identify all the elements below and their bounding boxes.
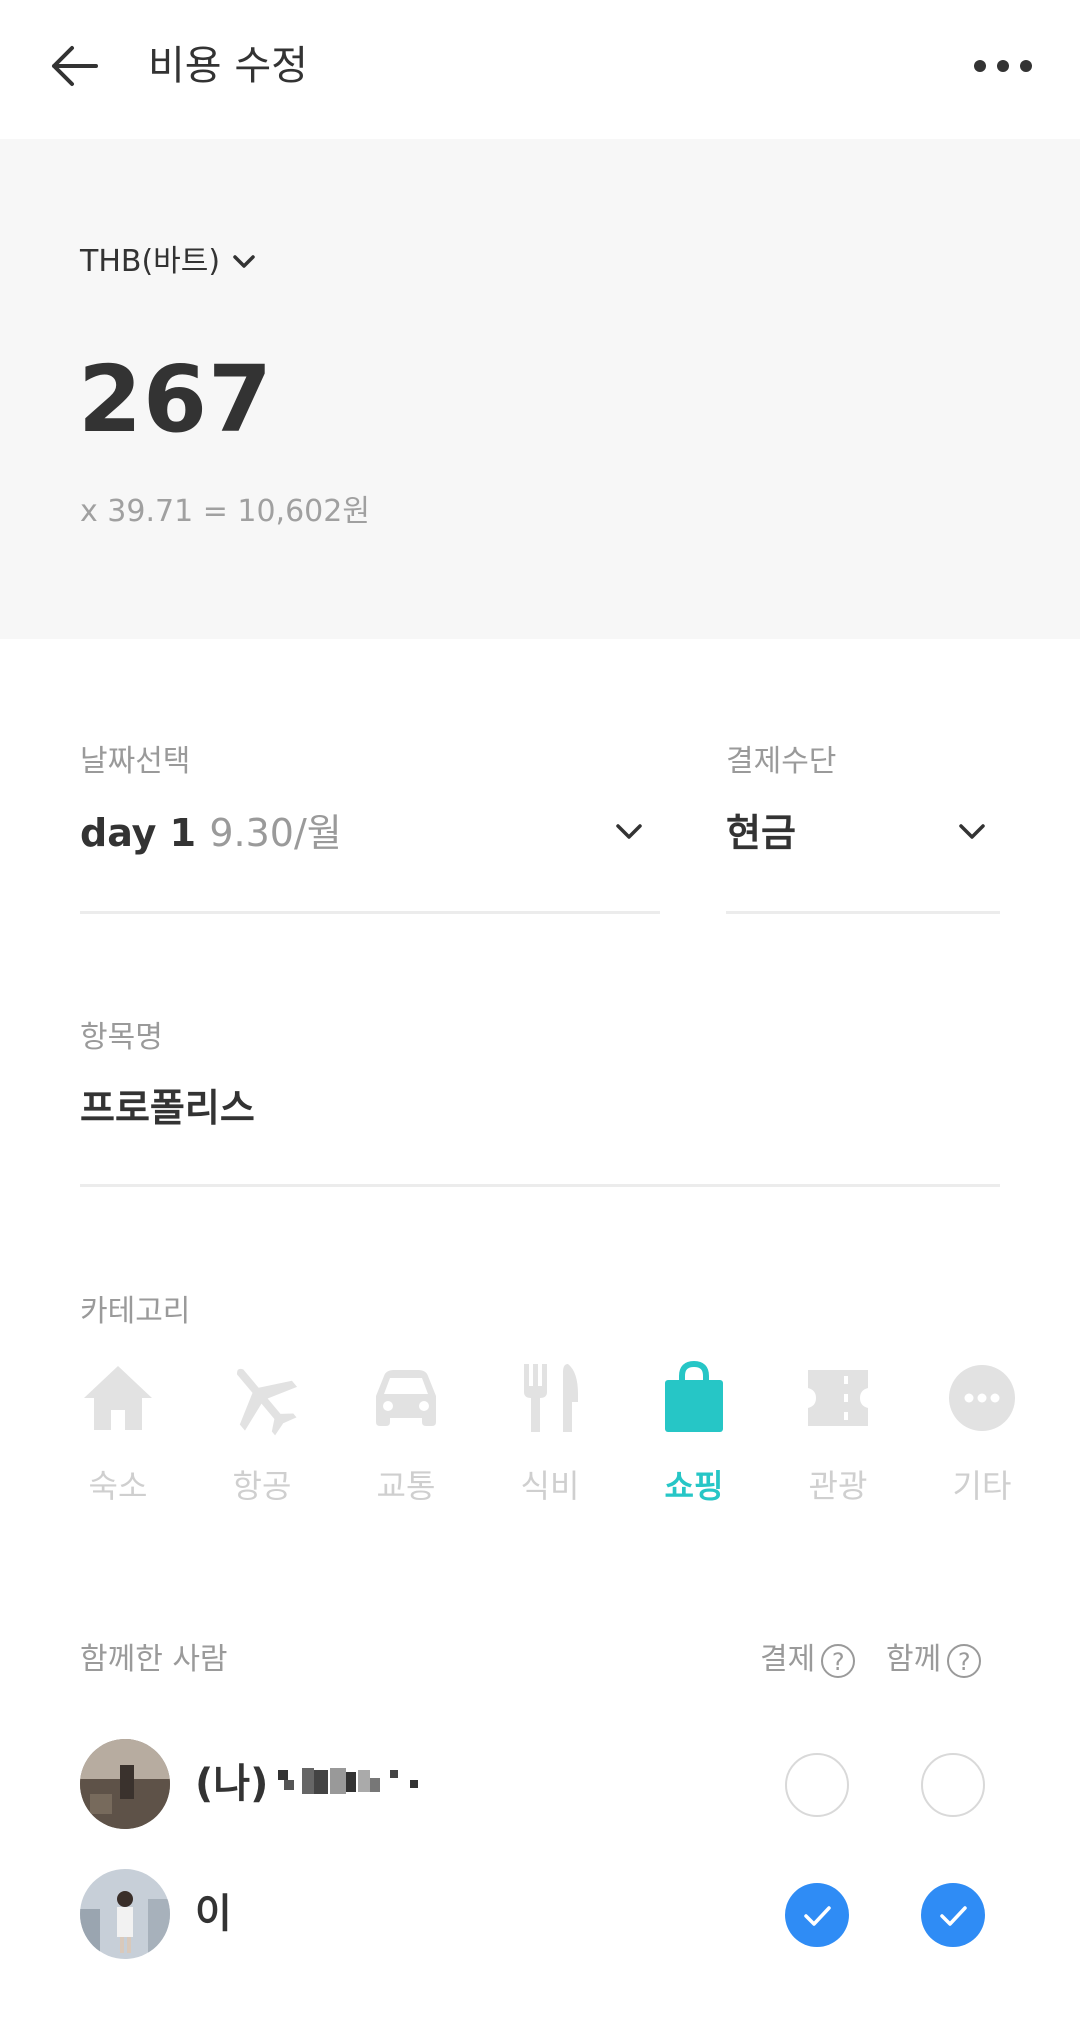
category-item-other[interactable]: 기타 bbox=[927, 1358, 1037, 1508]
more-dots-icon bbox=[974, 60, 1032, 72]
pay-checkbox[interactable] bbox=[785, 1753, 849, 1817]
check-icon bbox=[804, 1906, 831, 1926]
category-item-sightseeing[interactable]: 관광 bbox=[783, 1358, 893, 1508]
back-button[interactable] bbox=[44, 36, 104, 96]
blurred-name bbox=[278, 1762, 424, 1802]
date-underline bbox=[80, 911, 660, 914]
category-label-sightseeing: 관광 bbox=[808, 1467, 868, 1505]
person-name: 이 bbox=[195, 1891, 232, 1937]
conversion-text: x 39.71 = 10,602원 bbox=[80, 494, 370, 529]
with-checkbox[interactable] bbox=[921, 1753, 985, 1817]
category-item-shopping[interactable]: 쇼핑 bbox=[639, 1358, 749, 1508]
item-field-label: 항목명 bbox=[80, 1020, 163, 1055]
category-label-flight: 항공 bbox=[232, 1467, 292, 1505]
category-item-lodging[interactable]: 숙소 bbox=[63, 1358, 173, 1508]
pay-header-label: 결제 bbox=[760, 1642, 816, 1677]
category-label-shopping: 쇼핑 bbox=[664, 1467, 724, 1505]
more-circle-icon bbox=[949, 1365, 1015, 1431]
payment-field-label: 결제수단 bbox=[726, 744, 837, 779]
payment-select[interactable]: 현금 bbox=[726, 805, 796, 861]
person-name: (나) bbox=[195, 1761, 269, 1807]
date-value: 9.30/월 bbox=[209, 811, 342, 855]
companions-label: 함께한 사람 bbox=[80, 1642, 228, 1677]
airplane-icon bbox=[237, 1368, 298, 1436]
currency-selector[interactable]: THB(바트) bbox=[80, 240, 258, 284]
check-icon bbox=[940, 1906, 967, 1926]
car-icon bbox=[376, 1370, 436, 1426]
page-title: 비용 수정 bbox=[148, 43, 308, 89]
amount-value[interactable]: 267 bbox=[78, 345, 273, 455]
chevron-down-icon bbox=[233, 255, 255, 268]
payment-value: 현금 bbox=[726, 811, 796, 855]
shopping-bag-icon bbox=[665, 1360, 723, 1432]
date-field-label: 날짜선택 bbox=[80, 744, 191, 779]
date-select[interactable]: day 1 9.30/월 bbox=[80, 805, 342, 861]
date-day: day 1 bbox=[80, 811, 197, 855]
arrow-left-icon bbox=[52, 46, 98, 86]
with-checkbox[interactable] bbox=[921, 1883, 985, 1947]
fork-knife-icon bbox=[524, 1364, 578, 1432]
question-circle-icon[interactable]: ? bbox=[947, 1643, 982, 1678]
with-header-label: 함께 bbox=[886, 1642, 942, 1677]
category-label-food: 식비 bbox=[520, 1467, 580, 1505]
item-name-input[interactable]: 프로폴리스 bbox=[80, 1080, 255, 1136]
payment-dropdown-button[interactable] bbox=[955, 815, 989, 853]
ticket-icon bbox=[808, 1370, 868, 1426]
category-item-food[interactable]: 식비 bbox=[495, 1358, 605, 1508]
category-label-other: 기타 bbox=[952, 1467, 1012, 1505]
category-label-transport: 교통 bbox=[376, 1467, 436, 1505]
category-label: 카테고리 bbox=[80, 1294, 191, 1329]
more-menu-button[interactable] bbox=[968, 36, 1038, 96]
currency-label: THB(바트) bbox=[80, 244, 221, 279]
pay-column-header: 결제? bbox=[760, 1640, 856, 1680]
question-circle-icon[interactable]: ? bbox=[821, 1643, 856, 1678]
category-item-flight[interactable]: 항공 bbox=[207, 1358, 317, 1508]
payment-underline bbox=[726, 911, 1000, 914]
date-dropdown-button[interactable] bbox=[612, 815, 646, 853]
with-column-header: 함께? bbox=[886, 1640, 982, 1680]
avatar bbox=[80, 1869, 170, 1959]
category-label-lodging: 숙소 bbox=[88, 1467, 148, 1505]
house-icon bbox=[84, 1366, 152, 1430]
item-underline bbox=[80, 1184, 1000, 1187]
chevron-down-icon bbox=[616, 824, 642, 839]
avatar bbox=[80, 1739, 170, 1829]
chevron-down-icon bbox=[959, 824, 985, 839]
category-item-transport[interactable]: 교통 bbox=[351, 1358, 461, 1508]
pay-checkbox[interactable] bbox=[785, 1883, 849, 1947]
